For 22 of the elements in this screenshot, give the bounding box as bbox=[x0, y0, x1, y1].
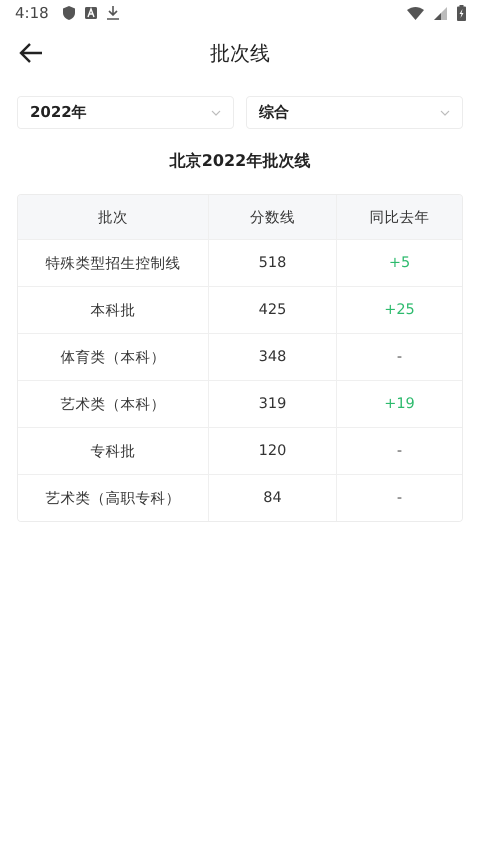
table-cell-text: 艺术类（高职专科） bbox=[44, 490, 182, 508]
filter-dropdown[interactable]: 综合 bbox=[246, 96, 463, 129]
status-time: 4:18 bbox=[15, 4, 49, 22]
shield-icon bbox=[62, 6, 75, 20]
signal-icon bbox=[434, 6, 447, 20]
table-cell-text: 体育类（本科） bbox=[60, 348, 166, 368]
chevron-down-icon bbox=[211, 110, 221, 116]
filter-dropdown[interactable]: 2022年 bbox=[17, 96, 234, 129]
table-cell-text: 艺术类（本科） bbox=[60, 396, 166, 414]
a-letter-icon bbox=[84, 7, 97, 19]
table-caption: 北京2022年批次线 bbox=[168, 151, 312, 172]
column-header: 批次 bbox=[97, 208, 129, 228]
wifi-icon bbox=[407, 6, 424, 20]
table-cell: 84 bbox=[208, 475, 336, 521]
battery-icon bbox=[457, 5, 466, 21]
table-cell-text: 本科批 bbox=[90, 302, 136, 320]
table-cell: - bbox=[336, 475, 462, 521]
table-cell-text: 专科批 bbox=[90, 442, 136, 462]
page-title: 批次线 bbox=[210, 40, 270, 66]
chevron-down-icon bbox=[440, 110, 450, 116]
download-icon bbox=[106, 6, 119, 20]
table-cell-text: 特殊类型招生控制线 bbox=[44, 254, 182, 274]
